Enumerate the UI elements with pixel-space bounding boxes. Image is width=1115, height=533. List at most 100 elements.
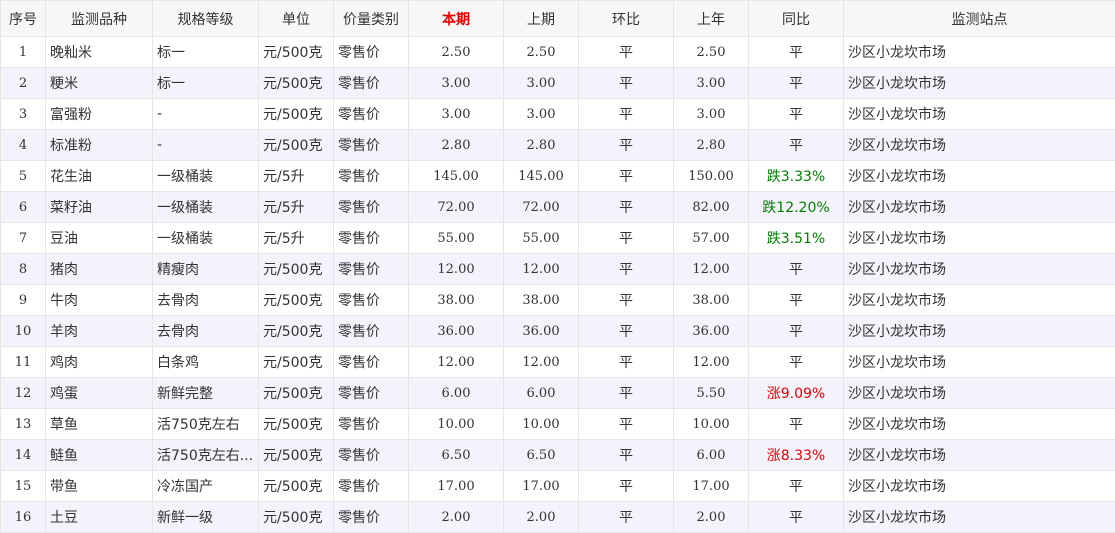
cell-previous: 36.00 xyxy=(503,315,579,347)
cell-yoy: 平 xyxy=(748,36,844,68)
cell-unit: 元/500克 xyxy=(258,284,334,316)
cell-mom: 平 xyxy=(578,191,674,223)
cell-unit: 元/500克 xyxy=(258,36,334,68)
cell-price-type: 零售价 xyxy=(333,408,409,440)
cell-mom: 平 xyxy=(578,501,674,533)
cell-last-year: 2.50 xyxy=(673,36,749,68)
cell-yoy: 跌3.51% xyxy=(748,222,844,254)
cell-current: 36.00 xyxy=(408,315,504,347)
cell-current: 10.00 xyxy=(408,408,504,440)
cell-last-year: 12.00 xyxy=(673,346,749,378)
cell-spec: 白条鸡 xyxy=(152,346,259,378)
cell-current: 6.00 xyxy=(408,377,504,409)
cell-station: 沙区小龙坎市场 xyxy=(843,470,1115,502)
cell-unit: 元/500克 xyxy=(258,501,334,533)
cell-spec: 去骨肉 xyxy=(152,315,259,347)
cell-last-year: 2.80 xyxy=(673,129,749,161)
cell-unit: 元/5升 xyxy=(258,222,334,254)
cell-unit: 元/500克 xyxy=(258,377,334,409)
cell-station: 沙区小龙坎市场 xyxy=(843,98,1115,130)
cell-current: 17.00 xyxy=(408,470,504,502)
cell-previous: 3.00 xyxy=(503,67,579,99)
cell-unit: 元/500克 xyxy=(258,67,334,99)
cell-previous: 12.00 xyxy=(503,253,579,285)
cell-spec: 一级桶装 xyxy=(152,191,259,223)
header-yoy[interactable]: 同比 xyxy=(748,0,844,37)
cell-price-type: 零售价 xyxy=(333,98,409,130)
cell-mom: 平 xyxy=(578,67,674,99)
cell-current: 2.50 xyxy=(408,36,504,68)
cell-station: 沙区小龙坎市场 xyxy=(843,501,1115,533)
cell-yoy: 平 xyxy=(748,98,844,130)
table-row: 10 羊肉 去骨肉 元/500克 零售价 36.00 36.00 平 36.00 平沙区小龙坎市场 xyxy=(0,315,1115,347)
cell-item: 标准粉 xyxy=(45,129,153,161)
cell-item: 草鱼 xyxy=(45,408,153,440)
cell-price-type: 零售价 xyxy=(333,129,409,161)
cell-item: 晚籼米 xyxy=(45,36,153,68)
cell-seq: 4 xyxy=(0,129,46,161)
header-row: 序号 监测品种 规格等级 单位 价量类别 本期 上期 环比 上年 同比 监测站点 xyxy=(0,0,1115,37)
cell-last-year: 5.50 xyxy=(673,377,749,409)
cell-item: 菜籽油 xyxy=(45,191,153,223)
cell-seq: 14 xyxy=(0,439,46,471)
cell-price-type: 零售价 xyxy=(333,67,409,99)
cell-previous: 145.00 xyxy=(503,160,579,192)
header-price-type: 价量类别 xyxy=(333,0,409,37)
cell-spec: 一级桶装 xyxy=(152,160,259,192)
cell-price-type: 零售价 xyxy=(333,253,409,285)
cell-yoy: 平 xyxy=(748,346,844,378)
cell-spec: - xyxy=(152,129,259,161)
cell-seq: 12 xyxy=(0,377,46,409)
header-previous[interactable]: 上期 xyxy=(503,0,579,37)
cell-station: 沙区小龙坎市场 xyxy=(843,160,1115,192)
cell-spec: 精瘦肉 xyxy=(152,253,259,285)
cell-mom: 平 xyxy=(578,222,674,254)
cell-station: 沙区小龙坎市场 xyxy=(843,253,1115,285)
cell-station: 沙区小龙坎市场 xyxy=(843,377,1115,409)
cell-seq: 16 xyxy=(0,501,46,533)
cell-item: 带鱼 xyxy=(45,470,153,502)
cell-item: 鲢鱼 xyxy=(45,439,153,471)
cell-unit: 元/500克 xyxy=(258,253,334,285)
cell-item: 富强粉 xyxy=(45,98,153,130)
cell-item: 鸡肉 xyxy=(45,346,153,378)
table-row: 8 猪肉 精瘦肉 元/500克 零售价 12.00 12.00 平 12.00 平沙区小龙坎市场 xyxy=(0,253,1115,285)
cell-unit: 元/5升 xyxy=(258,191,334,223)
header-current[interactable]: 本期 xyxy=(408,0,504,37)
cell-yoy: 平 xyxy=(748,129,844,161)
cell-mom: 平 xyxy=(578,346,674,378)
cell-station: 沙区小龙坎市场 xyxy=(843,315,1115,347)
cell-seq: 8 xyxy=(0,253,46,285)
cell-seq: 3 xyxy=(0,98,46,130)
cell-previous: 2.50 xyxy=(503,36,579,68)
cell-previous: 38.00 xyxy=(503,284,579,316)
cell-seq: 9 xyxy=(0,284,46,316)
cell-mom: 平 xyxy=(578,439,674,471)
cell-price-type: 零售价 xyxy=(333,191,409,223)
cell-yoy: 平 xyxy=(748,315,844,347)
cell-current: 3.00 xyxy=(408,67,504,99)
header-last-year[interactable]: 上年 xyxy=(673,0,749,37)
cell-previous: 12.00 xyxy=(503,346,579,378)
cell-station: 沙区小龙坎市场 xyxy=(843,67,1115,99)
cell-price-type: 零售价 xyxy=(333,346,409,378)
cell-unit: 元/500克 xyxy=(258,129,334,161)
cell-spec: 去骨肉 xyxy=(152,284,259,316)
cell-yoy: 平 xyxy=(748,253,844,285)
cell-previous: 10.00 xyxy=(503,408,579,440)
table-row: 5 花生油 一级桶装 元/5升 零售价 145.00 145.00 平 150.00 跌3.33%… xyxy=(0,160,1115,192)
cell-seq: 7 xyxy=(0,222,46,254)
cell-mom: 平 xyxy=(578,36,674,68)
cell-unit: 元/500克 xyxy=(258,346,334,378)
cell-price-type: 零售价 xyxy=(333,439,409,471)
cell-previous: 55.00 xyxy=(503,222,579,254)
cell-current: 72.00 xyxy=(408,191,504,223)
cell-price-type: 零售价 xyxy=(333,377,409,409)
cell-price-type: 零售价 xyxy=(333,315,409,347)
cell-price-type: 零售价 xyxy=(333,501,409,533)
cell-yoy: 涨8.33% xyxy=(748,439,844,471)
cell-last-year: 6.00 xyxy=(673,439,749,471)
cell-previous: 3.00 xyxy=(503,98,579,130)
header-mom[interactable]: 环比 xyxy=(578,0,674,37)
header-unit: 单位 xyxy=(258,0,334,37)
